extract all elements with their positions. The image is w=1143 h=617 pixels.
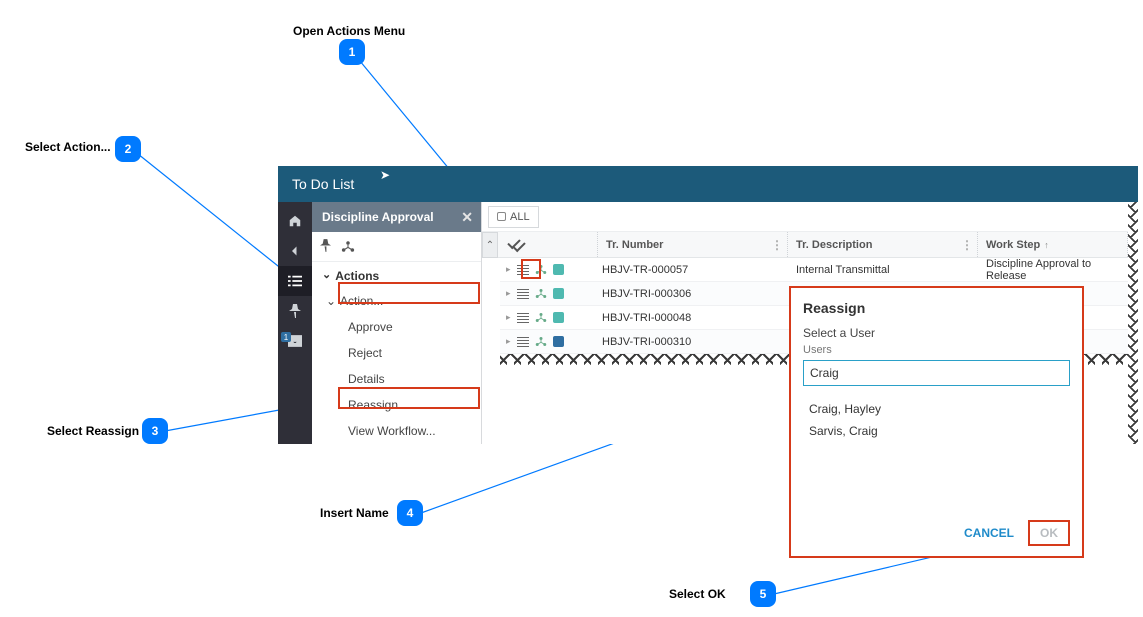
user-search-input[interactable] xyxy=(803,360,1070,386)
callout-4-label: Insert Name xyxy=(320,506,389,520)
torn-edge-right xyxy=(1128,202,1138,444)
callout-1-label: Open Actions Menu xyxy=(293,24,405,38)
row-menu-icon[interactable] xyxy=(517,289,529,299)
action-item-action-label: Action... xyxy=(340,294,383,308)
callout-5-label: Select OK xyxy=(669,587,726,601)
side-panel-header: Discipline Approval ✕ xyxy=(312,202,481,232)
cell-work-step: Discipline Approval to Release xyxy=(978,258,1128,282)
cell-tr-number: HBJV-TRI-000310 xyxy=(598,336,788,348)
actions-section-header[interactable]: Actions xyxy=(312,262,481,288)
callout-2-label: Select Action... xyxy=(25,140,111,154)
reassign-dialog: Reassign Select a User Users Craig, Hayl… xyxy=(789,286,1084,558)
expand-icon[interactable]: ▸ xyxy=(506,264,511,275)
tree-tool-icon[interactable] xyxy=(341,240,355,253)
dialog-title: Reassign xyxy=(803,300,1070,316)
expand-icon[interactable]: ▸ xyxy=(506,288,511,299)
grid-header-icons xyxy=(500,232,598,257)
close-icon[interactable]: ✕ xyxy=(461,209,473,226)
status-color-icon xyxy=(553,312,564,323)
pin-badge: 1 xyxy=(281,332,291,342)
row-menu-icon[interactable] xyxy=(517,265,529,275)
pin-tool-icon[interactable] xyxy=(320,239,331,255)
side-panel-tools xyxy=(312,232,481,262)
grid-header-description[interactable]: Tr. Description⋮ xyxy=(788,232,978,257)
action-item-details[interactable]: Details xyxy=(312,366,481,392)
side-panel: Discipline Approval ✕ Actions ⌄ Action..… xyxy=(312,202,482,444)
action-item-approve[interactable]: Approve xyxy=(312,314,481,340)
expand-icon[interactable]: ▸ xyxy=(506,312,511,323)
callout-4-badge: 4 xyxy=(397,500,423,526)
tree-icon[interactable] xyxy=(535,312,547,324)
tree-icon[interactable] xyxy=(535,264,547,276)
grid-header-workstep-label: Work Step xyxy=(986,239,1040,251)
user-options-list: Craig, HayleySarvis, Craig xyxy=(803,398,1070,442)
checkall-icon[interactable] xyxy=(508,239,524,251)
users-label: Users xyxy=(803,344,1070,356)
cancel-button[interactable]: CANCEL xyxy=(954,520,1024,546)
cell-tr-number: HBJV-TRI-000306 xyxy=(598,288,788,300)
cell-tr-number: HBJV-TRI-000048 xyxy=(598,312,788,324)
tree-icon[interactable] xyxy=(535,288,547,300)
tree-icon[interactable] xyxy=(535,336,547,348)
home-icon[interactable] xyxy=(278,206,312,236)
action-item-reassign[interactable]: Reassign xyxy=(312,392,481,418)
cell-tr-description: Internal Transmittal xyxy=(788,264,978,276)
user-option[interactable]: Sarvis, Craig xyxy=(803,420,1070,442)
table-row[interactable]: ▸ HBJV-TR-000057 Internal Transmittal Di… xyxy=(500,258,1128,282)
scroll-up-icon[interactable]: ⌃ xyxy=(482,232,498,258)
pin-icon[interactable] xyxy=(278,296,312,326)
expand-icon[interactable]: ▸ xyxy=(506,336,511,347)
callout-3-label: Select Reassign xyxy=(47,424,139,438)
list-icon[interactable] xyxy=(278,266,312,296)
window-title: To Do List xyxy=(292,176,354,192)
row-menu-icon[interactable] xyxy=(517,337,529,347)
checkbox-icon xyxy=(497,212,506,221)
cell-tr-number: HBJV-TR-000057 xyxy=(598,264,788,276)
callout-3-badge: 3 xyxy=(142,418,168,444)
select-all-button[interactable]: ALL xyxy=(488,206,539,228)
grid-toolbar: ALL xyxy=(482,202,1128,232)
side-panel-title: Discipline Approval xyxy=(322,210,434,224)
grid-header-workstep[interactable]: Work Step ↑ xyxy=(978,232,1128,257)
action-item-action[interactable]: ⌄ Action... xyxy=(312,288,481,314)
user-option[interactable]: Craig, Hayley xyxy=(803,398,1070,420)
status-color-icon xyxy=(553,288,564,299)
callout-5-badge: 5 xyxy=(750,581,776,607)
action-item-reject[interactable]: Reject xyxy=(312,340,481,366)
row-menu-icon[interactable] xyxy=(517,313,529,323)
back-icon[interactable] xyxy=(278,236,312,266)
grid-header-row: Tr. Number⋮ Tr. Description⋮ Work Step ↑ xyxy=(482,232,1128,258)
select-user-label: Select a User xyxy=(803,326,1070,340)
status-color-icon xyxy=(553,336,564,347)
window-titlebar: To Do List xyxy=(278,166,1138,202)
callout-1-badge: 1 xyxy=(339,39,365,65)
grid-header-description-label: Tr. Description xyxy=(796,239,872,251)
grid-header-number[interactable]: Tr. Number⋮ xyxy=(598,232,788,257)
select-all-label: ALL xyxy=(510,211,530,223)
action-item-view-workflow[interactable]: View Workflow... xyxy=(312,418,481,444)
callout-2-badge: 2 xyxy=(115,136,141,162)
grid-header-number-label: Tr. Number xyxy=(606,239,663,251)
icon-rail: 1 xyxy=(278,202,312,444)
status-color-icon xyxy=(553,264,564,275)
ok-button[interactable]: OK xyxy=(1028,520,1070,546)
